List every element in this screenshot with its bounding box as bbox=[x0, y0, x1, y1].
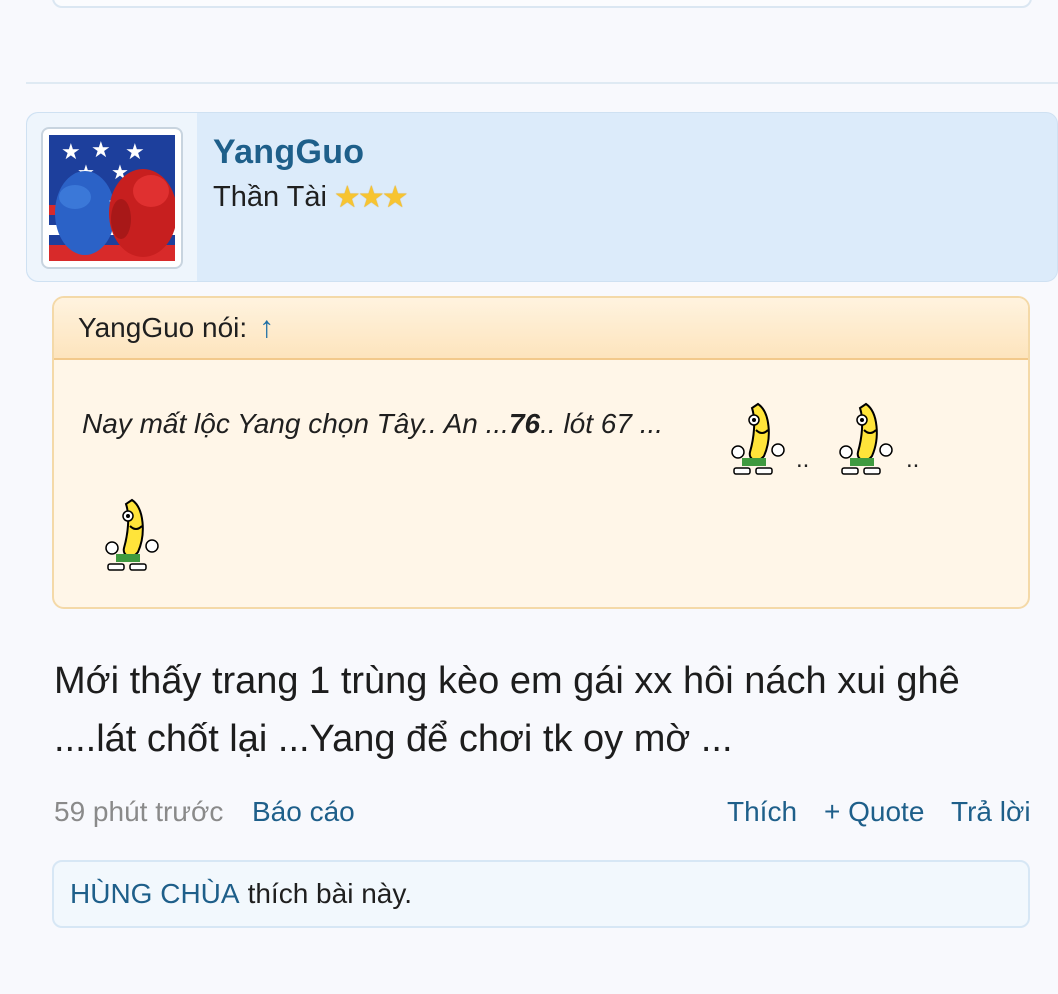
quote-text-part: .. lót 67 ... bbox=[540, 408, 664, 439]
user-title: Thần Tài ★ ★ ★ bbox=[213, 181, 409, 214]
avatar[interactable]: ★ ★ ★ ★ ★ bbox=[41, 127, 183, 269]
reply-link[interactable]: Trả lời bbox=[951, 796, 1031, 828]
jump-to-quote-icon[interactable]: ↑ bbox=[259, 311, 274, 345]
quote-link[interactable]: + Quote bbox=[824, 796, 924, 828]
star-icon: ★ bbox=[357, 180, 385, 214]
post-divider bbox=[26, 82, 1058, 84]
quote-author: YangGuo nói: bbox=[78, 312, 248, 343]
report-link[interactable]: Báo cáo bbox=[252, 796, 355, 828]
post-time[interactable]: 59 phút trước bbox=[54, 796, 223, 828]
quote-text-bold: 76 bbox=[508, 408, 541, 439]
star-icon: ★ bbox=[333, 180, 361, 214]
dancing-banana-icon bbox=[105, 498, 159, 571]
avatar-panel: ★ ★ ★ ★ ★ bbox=[27, 113, 197, 281]
quote-text-part: Nay mất lộc Yang chọn Tây.. An ... bbox=[82, 408, 509, 439]
quote-dots: .. bbox=[796, 446, 810, 473]
post-user-header: ★ ★ ★ ★ ★ YangGuo Thần Tài ★ ★ ★ bbox=[26, 112, 1058, 282]
previous-post-container bbox=[52, 0, 1032, 8]
dancing-banana-icon bbox=[731, 402, 785, 475]
user-title-label: Thần Tài bbox=[213, 181, 327, 213]
post-message: Mới thấy trang 1 trùng kèo em gái xx hôi… bbox=[54, 660, 960, 760]
quote-block: YangGuo nói: ↑ Nay mất lộc Yang chọn Tây… bbox=[52, 296, 1030, 609]
likes-text: thích bài này. bbox=[247, 878, 413, 909]
star-icon: ★ bbox=[381, 180, 409, 214]
quote-header: YangGuo nói: ↑ bbox=[54, 298, 1028, 360]
dancing-banana-icon bbox=[839, 402, 893, 475]
likes-summary: HÙNG CHÙA thích bài này. bbox=[52, 860, 1030, 928]
quote-text: Nay mất lộc Yang chọn Tây.. An ...76.. l… bbox=[82, 408, 663, 440]
avatar-image: ★ ★ ★ ★ ★ bbox=[49, 135, 175, 261]
username[interactable]: YangGuo bbox=[213, 133, 364, 172]
quote-dots: .. bbox=[906, 446, 920, 473]
liker-link[interactable]: HÙNG CHÙA bbox=[70, 878, 240, 910]
rank-stars: ★ ★ ★ bbox=[333, 180, 409, 214]
like-link[interactable]: Thích bbox=[727, 796, 797, 828]
